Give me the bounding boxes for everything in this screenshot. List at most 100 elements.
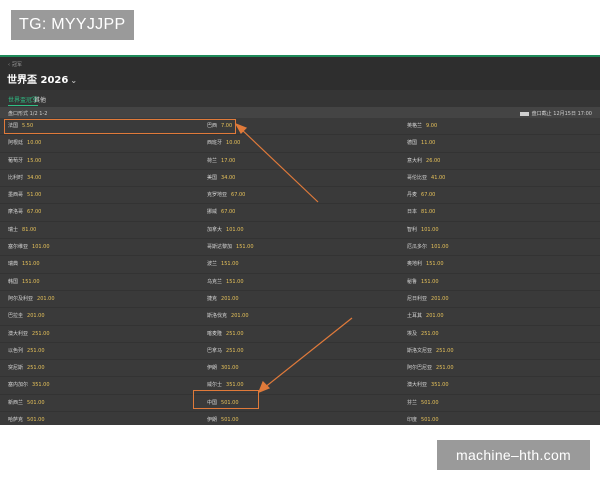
selection-button[interactable]: 奥地利 151.00 — [407, 260, 444, 267]
selection-button[interactable]: 捷克 201.00 — [207, 295, 239, 302]
team-name: 巴拿马 — [207, 347, 223, 354]
odds-value: 11.00 — [421, 140, 436, 147]
selection-button[interactable]: 加拿大 101.00 — [207, 226, 244, 233]
odds-row: 摩洛哥 67.00 挪威 67.00 日本 81.00 — [0, 204, 600, 222]
odds-value: 34.00 — [221, 174, 236, 181]
odds-value: 351.00 — [431, 382, 449, 389]
team-name: 美国 — [207, 174, 218, 181]
selection-button[interactable]: 瑞典 151.00 — [8, 260, 40, 267]
tab-other[interactable]: 其他 — [34, 95, 46, 104]
selection-button[interactable]: 瑞士 81.00 — [8, 226, 36, 233]
selection-button[interactable]: 印度 501.00 — [407, 416, 439, 423]
selection-button[interactable]: 波兰 151.00 — [207, 260, 239, 267]
team-name: 奥地利 — [407, 261, 423, 268]
selection-button[interactable]: 澳大利亚 351.00 — [407, 381, 449, 388]
selection-button[interactable]: 西班牙 10.00 — [207, 139, 240, 146]
odds-row: 阿根廷 10.00 西班牙 10.00 德国 11.00 — [0, 135, 600, 153]
odds-value: 151.00 — [226, 278, 244, 285]
odds-row: 突尼斯 251.00 伊朗 301.00 阿尔巴尼亚 251.00 — [0, 360, 600, 378]
odds-row: 比利时 34.00 美国 34.00 哥伦比亚 41.00 — [0, 170, 600, 188]
selection-button[interactable]: 芬兰 501.00 — [407, 399, 439, 406]
odds-row: 澳大利亚 251.00 喀麦隆 251.00 埃及 251.00 — [0, 326, 600, 343]
odds-value: 67.00 — [231, 192, 246, 199]
team-name: 阿尔巴尼亚 — [407, 365, 433, 372]
odds-value: 251.00 — [436, 365, 454, 372]
team-name: 伊朗 — [207, 417, 218, 424]
team-name: 日本 — [407, 209, 418, 216]
selection-button[interactable]: 秘鲁 151.00 — [407, 278, 439, 285]
selection-button[interactable]: 日本 81.00 — [407, 208, 435, 215]
selection-button[interactable]: 比利时 34.00 — [8, 174, 41, 181]
team-name: 挪威 — [207, 209, 218, 216]
selection-button[interactable]: 挪威 67.00 — [207, 208, 235, 215]
selection-button[interactable]: 德国 11.00 — [407, 139, 435, 146]
selection-button[interactable]: 智利 101.00 — [407, 226, 439, 233]
odds-value: 41.00 — [431, 174, 446, 181]
selection-button[interactable]: 斯洛文尼亚 251.00 — [407, 347, 454, 354]
selection-button[interactable]: 克罗地亚 67.00 — [207, 191, 245, 198]
selection-button[interactable]: 突尼斯 251.00 — [8, 364, 45, 371]
odds-grid: 法国 5.50 巴西 7.00 英格兰 9.00 阿根廷 10.00 西班牙 10.00 德国 11.… — [0, 118, 600, 425]
odds-value: 501.00 — [27, 417, 45, 424]
selection-button[interactable]: 以色列 251.00 — [8, 347, 45, 354]
team-name: 摩洛哥 — [8, 209, 24, 216]
selection-button[interactable]: 乌克兰 151.00 — [207, 278, 244, 285]
selection-button[interactable]: 伊朗 501.00 — [207, 416, 239, 423]
team-name: 秘鲁 — [407, 278, 418, 285]
selection-button[interactable]: 阿尔及利亚 201.00 — [8, 295, 55, 302]
selection-button[interactable]: 荷兰 17.00 — [207, 157, 235, 164]
selection-button[interactable]: 斯洛伐克 201.00 — [207, 312, 249, 319]
selection-button[interactable]: 哥斯达黎加 151.00 — [207, 243, 254, 250]
breadcrumb[interactable]: ‹ 冠军 — [8, 61, 22, 68]
selection-button[interactable]: 英格兰 9.00 — [407, 122, 437, 129]
selection-button[interactable]: 伊朗 301.00 — [207, 364, 239, 371]
odds-value: 201.00 — [431, 295, 449, 302]
selection-button[interactable]: 美国 34.00 — [207, 174, 235, 181]
team-name: 威尔士 — [207, 382, 223, 389]
selection-button[interactable]: 塞内加尔 351.00 — [8, 381, 50, 388]
team-name: 土耳其 — [407, 313, 423, 320]
team-name: 新西兰 — [8, 399, 24, 406]
team-name: 加拿大 — [207, 226, 223, 233]
selection-button[interactable]: 埃及 251.00 — [407, 330, 439, 337]
selection-button[interactable]: 阿根廷 10.00 — [8, 139, 41, 146]
selection-button[interactable]: 哥伦比亚 41.00 — [407, 174, 445, 181]
selection-button[interactable]: 巴拿马 251.00 — [207, 347, 244, 354]
odds-value: 101.00 — [32, 244, 50, 251]
odds-value: 26.00 — [426, 157, 441, 164]
odds-value: 251.00 — [32, 330, 50, 337]
highlight-box-france-brazil — [4, 119, 236, 134]
selection-button[interactable]: 尼日利亚 201.00 — [407, 295, 449, 302]
odds-value: 51.00 — [27, 192, 42, 199]
selection-button[interactable]: 巴拉圭 201.00 — [8, 312, 45, 319]
selection-button[interactable]: 丹麦 67.00 — [407, 191, 435, 198]
selection-button[interactable]: 韩国 151.00 — [8, 278, 40, 285]
odds-value: 151.00 — [22, 278, 40, 285]
tg-contact-badge: TG: MYYJJPP — [11, 10, 134, 40]
odds-row: 哈萨克 501.00 伊朗 501.00 印度 501.00 — [0, 412, 600, 425]
selection-button[interactable]: 意大利 26.00 — [407, 157, 440, 164]
team-name: 捷克 — [207, 295, 218, 302]
selection-button[interactable]: 摩洛哥 67.00 — [8, 208, 41, 215]
team-name: 丹麦 — [407, 192, 418, 199]
back-arrow-icon[interactable]: ‹ — [8, 62, 10, 68]
team-name: 西班牙 — [207, 140, 223, 147]
selection-button[interactable]: 新西兰 501.00 — [8, 399, 45, 406]
odds-value: 501.00 — [421, 417, 439, 424]
team-name: 印度 — [407, 417, 418, 424]
selection-button[interactable]: 阿尔巴尼亚 251.00 — [407, 364, 454, 371]
team-name: 哈萨克 — [8, 417, 24, 424]
chevron-down-icon[interactable]: ⌄ — [70, 76, 77, 85]
selection-button[interactable]: 墨西哥 51.00 — [8, 191, 41, 198]
odds-row: 巴拉圭 201.00 斯洛伐克 201.00 土耳其 201.00 — [0, 308, 600, 326]
selection-button[interactable]: 哈萨克 501.00 — [8, 416, 45, 423]
selection-button[interactable]: 葡萄牙 15.00 — [8, 157, 41, 164]
selection-button[interactable]: 土耳其 201.00 — [407, 312, 444, 319]
odds-value: 201.00 — [426, 313, 444, 320]
selection-button[interactable]: 喀麦隆 251.00 — [207, 330, 244, 337]
page-title[interactable]: 世界盃 2026 ⌄ — [7, 71, 77, 86]
selection-button[interactable]: 澳大利亚 251.00 — [8, 330, 50, 337]
selection-button[interactable]: 厄瓜多尔 101.00 — [407, 243, 449, 250]
selection-button[interactable]: 塞尔维亚 101.00 — [8, 243, 50, 250]
selection-button[interactable]: 威尔士 351.00 — [207, 381, 244, 388]
